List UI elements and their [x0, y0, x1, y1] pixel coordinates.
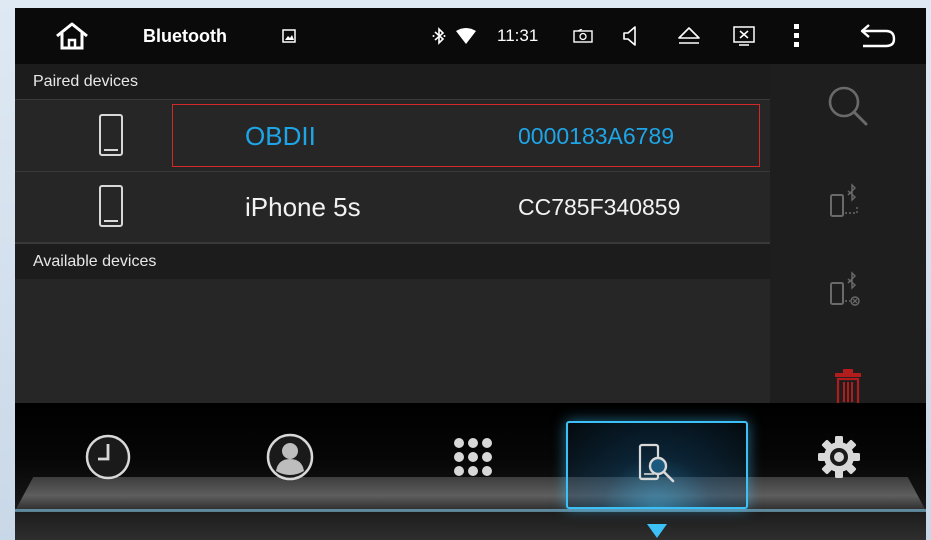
back-icon[interactable]	[853, 8, 903, 64]
unpair-device-button[interactable]	[820, 262, 876, 318]
page-title: Bluetooth	[143, 25, 227, 46]
settings-icon	[818, 436, 860, 478]
close-app-icon[interactable]	[729, 8, 759, 64]
image-icon	[277, 8, 301, 64]
active-tab-pointer	[647, 524, 667, 538]
device-name: iPhone 5s	[245, 192, 361, 222]
clock: 11:31	[497, 26, 539, 45]
unpair-device-icon	[830, 271, 860, 306]
wifi-icon	[455, 8, 477, 64]
phone-icon	[99, 114, 123, 156]
device-address: CC785F340859	[518, 194, 681, 220]
contacts-icon	[266, 433, 314, 481]
radio-icon[interactable]	[570, 8, 596, 64]
search-button[interactable]	[820, 78, 876, 134]
search-icon	[828, 86, 868, 126]
phone-icon	[99, 185, 123, 227]
pair-device-icon	[830, 183, 858, 217]
call-log-icon	[85, 434, 131, 480]
dialpad-icon	[454, 438, 492, 476]
home-icon	[56, 22, 88, 50]
delete-icon	[835, 369, 861, 407]
search-devices-icon	[638, 443, 675, 483]
status-bar: Bluetooth 11:31	[15, 8, 926, 64]
call-log-button[interactable]	[73, 425, 143, 489]
search-devices-tab[interactable]	[566, 421, 748, 509]
settings-button[interactable]	[804, 425, 874, 489]
home-button[interactable]	[43, 8, 101, 64]
eject-icon[interactable]	[672, 8, 706, 64]
bottom-nav-bar	[15, 403, 926, 540]
device-row[interactable]: OBDII 0000183A6789	[15, 101, 770, 172]
contacts-button[interactable]	[255, 425, 325, 489]
device-name: OBDII	[245, 121, 316, 151]
menu-icon[interactable]	[785, 8, 809, 64]
paired-devices-header: Paired devices	[15, 64, 770, 100]
device-address: 0000183A6789	[518, 123, 675, 149]
nav-bar-divider	[15, 509, 926, 512]
pair-device-button[interactable]	[820, 174, 876, 230]
bluetooth-screen: Bluetooth 11:31 Paired devices OBDII 000…	[15, 8, 926, 540]
available-devices-header: Available devices	[15, 243, 770, 279]
device-list-panel: Paired devices OBDII 0000183A6789 iPhone…	[15, 64, 770, 404]
volume-icon[interactable]	[615, 8, 645, 64]
device-row[interactable]: iPhone 5s CC785F340859	[15, 172, 770, 243]
action-column	[770, 64, 926, 407]
dialpad-button[interactable]	[438, 425, 508, 489]
bluetooth-icon	[428, 8, 450, 64]
